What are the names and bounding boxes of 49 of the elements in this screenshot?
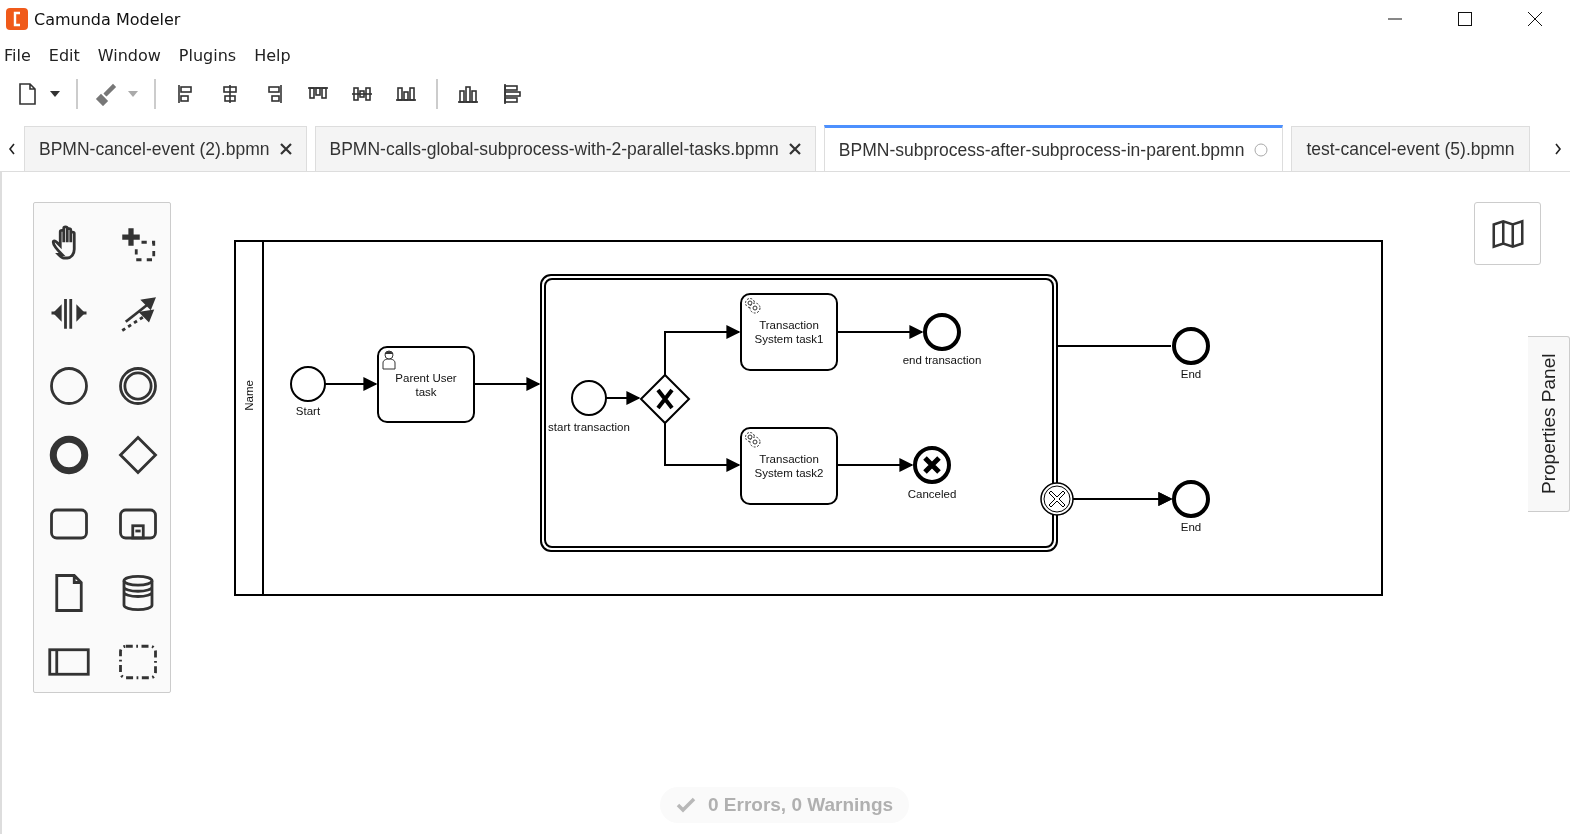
task-label: Parent User task: [394, 371, 458, 399]
event-label: Canceled: [907, 487, 957, 501]
file-tab[interactable]: test-cancel-event (5).bpmn: [1291, 126, 1530, 171]
maximize-icon: [1457, 11, 1473, 27]
sequence-flow: [473, 377, 541, 391]
event-label: end transaction: [902, 353, 982, 367]
caret-icon: [50, 91, 60, 97]
chevron-right-icon: [1554, 143, 1562, 155]
event-label: Start: [295, 404, 321, 418]
event-label: start transaction: [548, 420, 630, 434]
status-text: 0 Errors, 0 Warnings: [708, 794, 894, 816]
intermediate-event-icon: [116, 364, 159, 407]
window-title: Camunda Modeler: [34, 9, 182, 29]
cancel-boundary-event: [1040, 482, 1074, 516]
caret-icon: [128, 91, 138, 97]
chevron-left-icon: [8, 143, 16, 155]
gateway-icon: [116, 433, 159, 476]
close-icon[interactable]: [279, 143, 292, 155]
properties-panel-tab[interactable]: Properties Panel: [1528, 336, 1570, 512]
gear-icon: [745, 298, 761, 314]
minimap-button[interactable]: [1474, 202, 1541, 265]
exclusive-gateway: [639, 373, 691, 425]
user-icon: [382, 350, 396, 370]
file-tab[interactable]: BPMN-subprocess-after-subprocess-in-parent.bpmn: [823, 125, 1284, 171]
file-tab[interactable]: BPMN-calls-global-subprocess-with-2-parallel-tasks.bpmn: [314, 126, 816, 171]
brush-icon: [94, 82, 118, 106]
gear-icon: [745, 432, 761, 448]
close-icon: [1527, 11, 1543, 27]
close-icon[interactable]: [788, 143, 801, 155]
minimize-icon: [1388, 18, 1402, 20]
menu-item[interactable]: Help: [254, 45, 299, 65]
file-tab[interactable]: BPMN-cancel-event (2).bpmn: [24, 126, 307, 171]
check-icon: [676, 797, 696, 813]
start-event-icon: [47, 364, 90, 407]
task-label: Transaction System task2: [753, 452, 825, 480]
sequence-flow: [324, 377, 378, 391]
menu-item[interactable]: Plugins: [178, 45, 245, 65]
event-label: End: [1180, 367, 1202, 381]
menu-item[interactable]: Edit: [48, 45, 88, 65]
end-event-icon: [47, 433, 90, 476]
event-label: End: [1180, 520, 1202, 534]
task-label: Transaction System task1: [753, 318, 825, 346]
start-event: [571, 380, 607, 416]
menu-item[interactable]: File: [4, 45, 39, 65]
menu-item[interactable]: Window: [97, 45, 169, 65]
lane-label: Name: [242, 380, 256, 411]
app-logo-icon: [6, 8, 28, 30]
sequence-flow: [605, 391, 641, 405]
start-event: [290, 366, 326, 402]
